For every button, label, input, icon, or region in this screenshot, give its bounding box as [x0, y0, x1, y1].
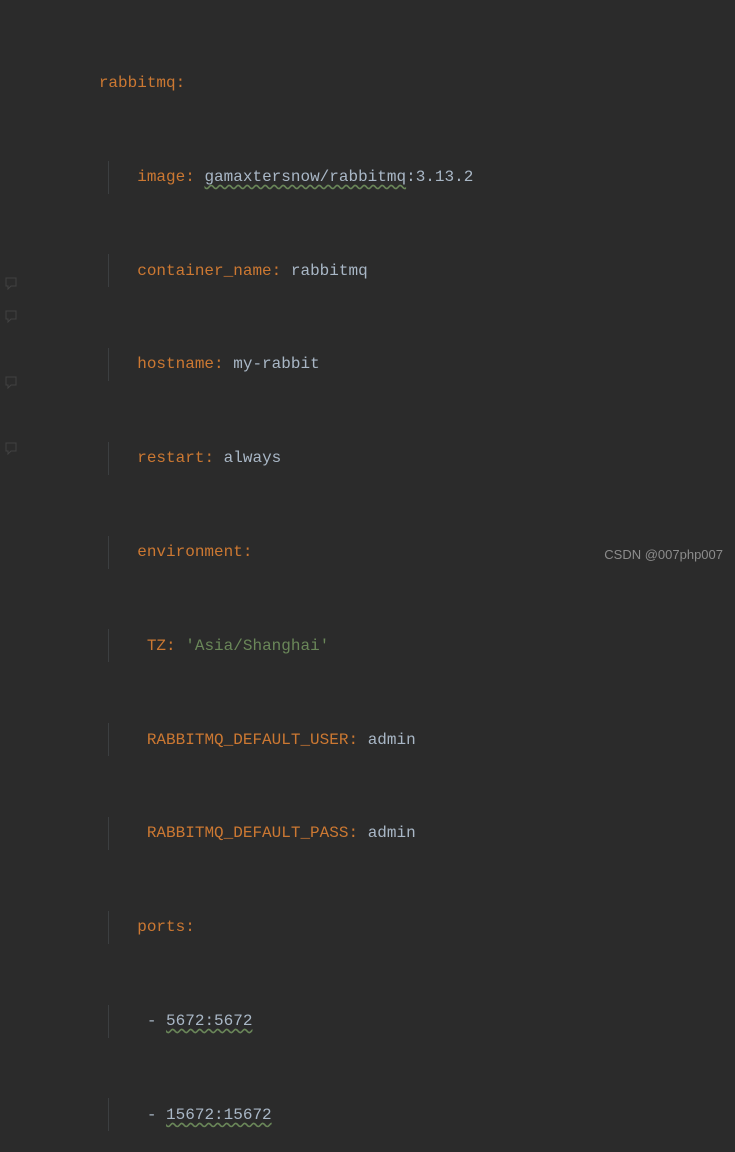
code-line: container_name: rabbitmq: [22, 254, 735, 287]
yaml-value: rabbitmq: [291, 256, 368, 286]
yaml-value: 15672:15672: [166, 1100, 272, 1130]
gutter-marker-icon: [4, 436, 18, 450]
gutter-marker-icon: [4, 370, 18, 384]
code-line: RABBITMQ_DEFAULT_PASS: admin: [22, 817, 735, 850]
code-line: ports:: [22, 911, 735, 944]
yaml-key: RABBITMQ_DEFAULT_PASS: [147, 818, 349, 848]
yaml-key: ports: [137, 912, 185, 942]
yaml-key: image: [137, 162, 185, 192]
gutter-marker-icon: [4, 304, 18, 318]
code-line: rabbitmq:: [22, 67, 735, 100]
yaml-key: restart: [137, 443, 204, 473]
gutter-marker-icon: [4, 271, 18, 285]
yaml-value: admin: [368, 725, 416, 755]
yaml-key: container_name: [137, 256, 271, 286]
code-line: hostname: my-rabbit: [22, 348, 735, 381]
yaml-value: always: [224, 443, 282, 473]
editor-gutter: [0, 0, 22, 576]
code-line: restart: always: [22, 442, 735, 475]
watermark-text: CSDN @007php007: [604, 543, 723, 568]
code-line: TZ: 'Asia/Shanghai': [22, 629, 735, 662]
yaml-key: rabbitmq: [99, 68, 176, 98]
code-editor-content[interactable]: rabbitmq: image: gamaxtersnow/rabbitmq:3…: [0, 0, 735, 1152]
yaml-value: 'Asia/Shanghai': [185, 631, 329, 661]
code-line: image: gamaxtersnow/rabbitmq:3.13.2: [22, 161, 735, 194]
yaml-key: RABBITMQ_DEFAULT_USER: [147, 725, 349, 755]
code-line: - 15672:15672: [22, 1098, 735, 1131]
yaml-value: my-rabbit: [233, 349, 319, 379]
yaml-key: TZ: [147, 631, 166, 661]
yaml-value: gamaxtersnow/rabbitmq: [204, 162, 406, 192]
yaml-key: hostname: [137, 349, 214, 379]
code-line: - 5672:5672: [22, 1005, 735, 1038]
yaml-value: admin: [368, 818, 416, 848]
yaml-value: 5672:5672: [166, 1006, 252, 1036]
yaml-key: environment: [137, 537, 243, 567]
yaml-value: :3.13.2: [406, 162, 473, 192]
code-line: RABBITMQ_DEFAULT_USER: admin: [22, 723, 735, 756]
